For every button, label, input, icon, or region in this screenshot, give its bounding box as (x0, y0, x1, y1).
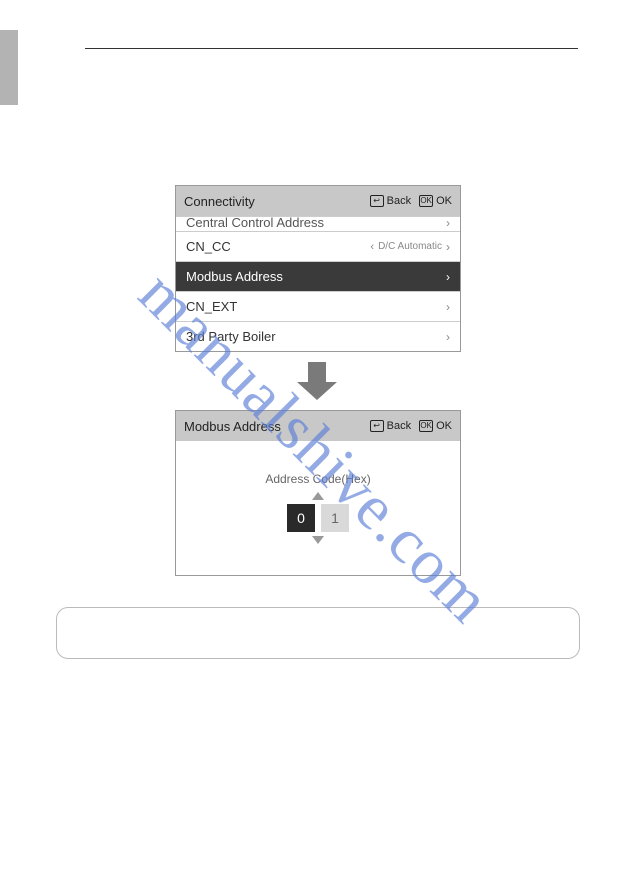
address-code-label: Address Code(Hex) (265, 472, 370, 486)
chevron-right-icon: › (446, 270, 450, 284)
back-label: Back (387, 195, 411, 207)
titlebar-nav: ↩ Back OK OK (370, 195, 452, 207)
chevron-left-icon: ‹ (370, 241, 374, 253)
chevron-right-icon: › (446, 240, 450, 254)
menu-item-modbus-address[interactable]: Modbus Address › (176, 261, 460, 291)
hex-digit-0[interactable]: 0 (287, 504, 315, 532)
menu-item-label: CN_EXT (186, 299, 237, 314)
menu-item-label: Modbus Address (186, 269, 283, 284)
chevron-up-icon[interactable] (312, 492, 324, 500)
menu-item-3rd-party-boiler[interactable]: 3rd Party Boiler › (176, 321, 460, 351)
titlebar-connectivity: Connectivity ↩ Back OK OK (176, 186, 460, 216)
chevron-right-icon: › (446, 330, 450, 344)
note-box (56, 607, 580, 659)
chevron-down-icon[interactable] (312, 536, 324, 544)
back-icon: ↩ (370, 195, 384, 207)
back-button[interactable]: ↩ Back (370, 195, 411, 207)
menu-item-label: CN_CC (186, 239, 231, 254)
back-button[interactable]: ↩ Back (370, 420, 411, 432)
screen-title: Connectivity (184, 194, 255, 209)
modbus-address-screen: Modbus Address ↩ Back OK OK Address Code… (175, 410, 461, 576)
menu-item-label: 3rd Party Boiler (186, 329, 276, 344)
chevron-right-icon: › (446, 300, 450, 314)
screen-title: Modbus Address (184, 419, 281, 434)
titlebar-modbus: Modbus Address ↩ Back OK OK (176, 411, 460, 441)
flow-arrow-down (297, 362, 337, 402)
arrow-down-icon (308, 362, 326, 382)
connectivity-screen: Connectivity ↩ Back OK OK Central Contro… (175, 185, 461, 352)
ok-button[interactable]: OK OK (419, 195, 452, 207)
menu-item-label: Central Control Address (186, 216, 324, 230)
ok-label: OK (436, 195, 452, 207)
chevron-right-icon: › (446, 216, 450, 230)
menu-item-cn-ext[interactable]: CN_EXT › (176, 291, 460, 321)
digit-row: 0 1 (287, 504, 349, 532)
menu-item-value: D/C Automatic (378, 241, 442, 252)
ok-button[interactable]: OK OK (419, 420, 452, 432)
ok-icon: OK (419, 420, 433, 432)
ok-label: OK (436, 420, 452, 432)
menu-item-cn-cc[interactable]: CN_CC ‹ D/C Automatic › (176, 231, 460, 261)
page-side-tab (0, 30, 18, 105)
ok-icon: OK (419, 195, 433, 207)
address-editor: Address Code(Hex) 0 1 (176, 441, 460, 575)
titlebar-nav: ↩ Back OK OK (370, 420, 452, 432)
menu-item-value-wrap: ‹ D/C Automatic › (370, 240, 450, 254)
top-rule (85, 48, 578, 49)
hex-digit-1[interactable]: 1 (321, 504, 349, 532)
back-label: Back (387, 420, 411, 432)
menu-item-central-control[interactable]: Central Control Address › (176, 216, 460, 231)
back-icon: ↩ (370, 420, 384, 432)
